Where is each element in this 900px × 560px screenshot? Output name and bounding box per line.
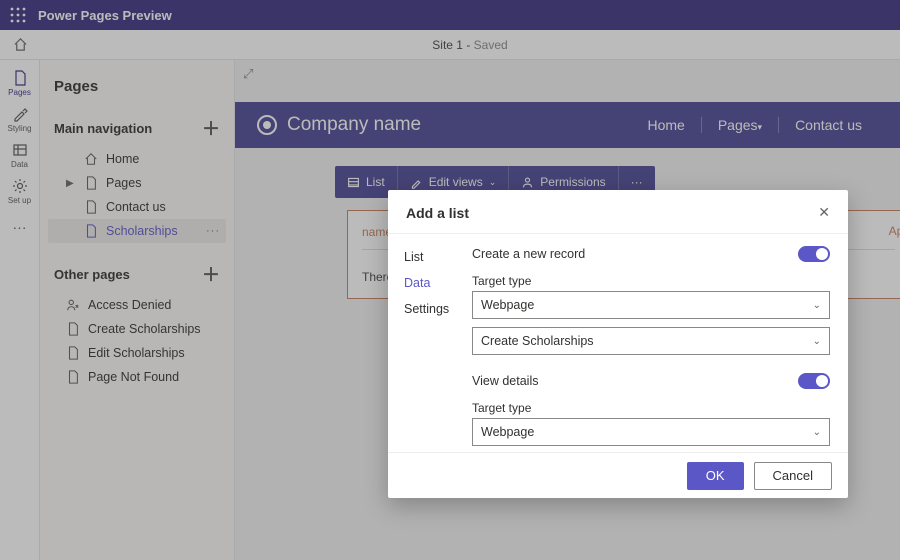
chevron-down-icon: ⌄ xyxy=(813,427,821,438)
target-type-select-2[interactable]: Webpage ⌄ xyxy=(472,418,830,446)
ok-button[interactable]: OK xyxy=(687,462,744,490)
create-page-select[interactable]: Create Scholarships ⌄ xyxy=(472,327,830,355)
tab-data[interactable]: Data xyxy=(388,270,468,296)
view-details-toggle[interactable] xyxy=(798,373,830,389)
tab-list[interactable]: List xyxy=(388,244,468,270)
target-type-label-1: Target type xyxy=(472,274,830,288)
add-list-modal: Add a list ✕ List Data Settings Create a… xyxy=(388,190,848,498)
cancel-button[interactable]: Cancel xyxy=(754,462,832,490)
tab-settings[interactable]: Settings xyxy=(388,296,468,322)
chevron-down-icon: ⌄ xyxy=(813,336,821,347)
chevron-down-icon: ⌄ xyxy=(813,300,821,311)
target-type-label-2: Target type xyxy=(472,401,830,415)
create-record-toggle[interactable] xyxy=(798,246,830,262)
view-details-label: View details xyxy=(472,374,538,388)
modal-title: Add a list xyxy=(406,205,469,221)
close-icon[interactable]: ✕ xyxy=(818,204,830,221)
modal-tabs: List Data Settings xyxy=(388,234,468,452)
create-record-label: Create a new record xyxy=(472,247,585,261)
modal-form: Create a new record Target type Webpage … xyxy=(468,234,848,452)
target-type-select-1[interactable]: Webpage ⌄ xyxy=(472,291,830,319)
